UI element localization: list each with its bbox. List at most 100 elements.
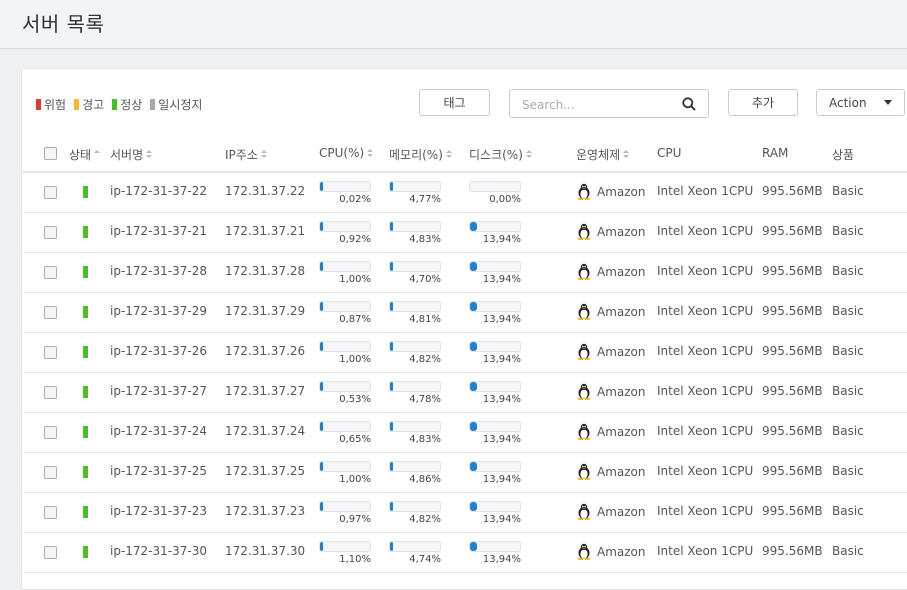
server-name[interactable]: ip-172-31-37-21 [110, 224, 207, 238]
table-row[interactable]: ip-172-31-37-29 172.31.37.29 0,87% 4,81%… [21, 292, 907, 333]
server-name[interactable]: ip-172-31-37-24 [110, 424, 207, 438]
ram-size: 995.56MB [762, 184, 823, 198]
row-checkbox[interactable] [44, 506, 57, 519]
linux-tux-icon [578, 423, 590, 440]
table-row[interactable]: ip-172-31-37-28 172.31.37.28 1,00% 4,70%… [21, 252, 907, 293]
legend-paused: 일시정지 [150, 96, 202, 113]
server-name[interactable]: ip-172-31-37-30 [110, 544, 207, 558]
legend-swatch [74, 99, 80, 110]
row-checkbox[interactable] [44, 426, 57, 439]
cpu-usage-value: 0,02% [339, 194, 371, 205]
row-checkbox[interactable] [44, 306, 57, 319]
disk-usage-value: 13,94% [482, 514, 521, 525]
server-name[interactable]: ip-172-31-37-26 [110, 344, 207, 358]
table-row[interactable]: ip-172-31-37-25 172.31.37.25 1,00% 4,86%… [21, 452, 907, 493]
product: Basic [832, 264, 864, 278]
server-name[interactable]: ip-172-31-37-28 [110, 264, 207, 278]
os-cell: Amazon [576, 263, 646, 280]
product: Basic [832, 424, 864, 438]
column-disk-usage[interactable]: 디스크(%) [469, 146, 532, 163]
cpu-meter: 0,65% [319, 421, 371, 449]
search-input[interactable] [520, 95, 674, 114]
row-checkbox[interactable] [44, 386, 57, 399]
table-row[interactable]: ip-172-31-37-21 172.31.37.21 0,92% 4,83%… [21, 212, 907, 253]
row-checkbox[interactable] [44, 466, 57, 479]
add-button[interactable]: 추가 [728, 89, 798, 116]
column-cpu: CPU [657, 146, 682, 160]
table-row[interactable]: ip-172-31-37-30 172.31.37.30 1,10% 4,74%… [21, 532, 907, 573]
memory-meter: 4,82% [389, 341, 441, 369]
row-checkbox[interactable] [44, 186, 57, 199]
cpu-meter: 1,10% [319, 541, 371, 569]
cpu-model: Intel Xeon 1CPU [657, 264, 754, 278]
server-name[interactable]: ip-172-31-37-25 [110, 464, 207, 478]
linux-tux-icon [578, 503, 590, 520]
ip-address: 172.31.37.26 [225, 344, 306, 358]
server-name[interactable]: ip-172-31-37-29 [110, 304, 207, 318]
cpu-meter: 0,02% [319, 181, 371, 209]
column-name[interactable]: 서버명 [110, 146, 153, 163]
tag-button[interactable]: 태그 [419, 89, 490, 116]
row-checkbox[interactable] [44, 546, 57, 559]
row-checkbox[interactable] [44, 346, 57, 359]
disk-meter: 13,94% [469, 261, 521, 289]
select-all-checkbox[interactable] [44, 147, 57, 160]
disk-usage-value: 13,94% [482, 314, 521, 325]
ram-size: 995.56MB [762, 304, 823, 318]
meter-fill [390, 422, 393, 431]
memory-meter: 4,78% [389, 381, 441, 409]
linux-tux-icon [578, 543, 590, 560]
meter-fill [320, 462, 323, 471]
meter-fill [390, 542, 393, 551]
table-row[interactable]: ip-172-31-37-23 172.31.37.23 0,97% 4,82%… [21, 492, 907, 533]
table-row[interactable]: ip-172-31-37-22 172.31.37.22 0,02% 4,77%… [21, 172, 907, 213]
cpu-meter: 0,53% [319, 381, 371, 409]
sort-icon [445, 150, 452, 159]
cpu-usage-value: 1,00% [339, 354, 371, 365]
column-memory-usage[interactable]: 메모리(%) [389, 146, 452, 163]
disk-meter: 13,94% [469, 461, 521, 489]
search-icon[interactable] [682, 97, 696, 111]
ip-address: 172.31.37.29 [225, 304, 306, 318]
meter-fill [390, 182, 393, 191]
cpu-usage-value: 0,97% [339, 514, 371, 525]
action-dropdown[interactable]: Action [816, 89, 905, 116]
disk-usage-value: 0,00% [489, 194, 521, 205]
column-ip[interactable]: IP주소 [225, 146, 267, 163]
product: Basic [832, 464, 864, 478]
ip-address: 172.31.37.21 [225, 224, 306, 238]
table-row[interactable]: ip-172-31-37-26 172.31.37.26 1,00% 4,82%… [21, 332, 907, 373]
search-box[interactable] [509, 89, 709, 118]
memory-usage-value: 4,82% [409, 514, 441, 525]
disk-usage-value: 13,94% [482, 234, 521, 245]
column-status[interactable]: 상태 [69, 146, 101, 163]
table-row[interactable]: ip-172-31-37-24 172.31.37.24 0,65% 4,83%… [21, 412, 907, 453]
sort-icon [525, 150, 532, 159]
column-product: 상품 [832, 148, 855, 162]
os-cell: Amazon [576, 303, 646, 320]
meter-fill [390, 382, 393, 391]
server-name[interactable]: ip-172-31-37-22 [110, 184, 207, 198]
linux-tux-icon [578, 343, 590, 360]
column-cpu-usage[interactable]: CPU(%) [319, 146, 374, 160]
os-cell: Amazon [576, 463, 646, 480]
server-name[interactable]: ip-172-31-37-23 [110, 504, 207, 518]
status-indicator [83, 426, 88, 438]
column-os[interactable]: 운영체제 [576, 146, 630, 163]
status-indicator [83, 306, 88, 318]
product: Basic [832, 224, 864, 238]
table-row[interactable]: ip-172-31-37-27 172.31.37.27 0,53% 4,78%… [21, 372, 907, 413]
row-checkbox[interactable] [44, 266, 57, 279]
column-ram: RAM [762, 146, 789, 160]
memory-meter: 4,82% [389, 501, 441, 529]
product: Basic [832, 304, 864, 318]
meter-fill [390, 222, 393, 231]
meter-fill [470, 342, 477, 351]
cpu-model: Intel Xeon 1CPU [657, 184, 754, 198]
cpu-model: Intel Xeon 1CPU [657, 224, 754, 238]
meter-fill [390, 502, 393, 511]
cpu-model: Intel Xeon 1CPU [657, 424, 754, 438]
row-checkbox[interactable] [44, 226, 57, 239]
server-name[interactable]: ip-172-31-37-27 [110, 384, 207, 398]
meter-fill [320, 222, 323, 231]
